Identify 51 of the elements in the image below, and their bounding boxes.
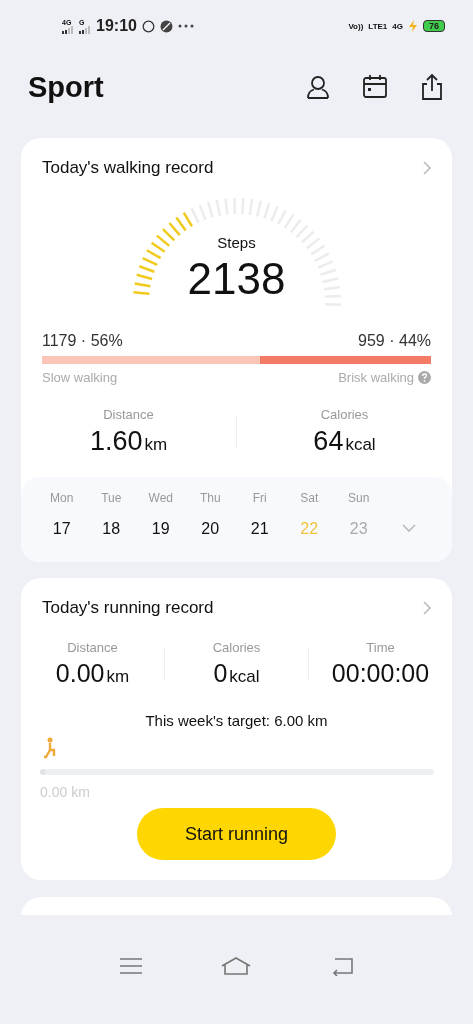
home-icon[interactable] (220, 955, 253, 976)
menu-icon[interactable] (118, 956, 143, 975)
stat-value: 0kcal (213, 659, 260, 688)
weekday-label: Thu (199, 491, 221, 505)
weekday-label: Sat (300, 491, 319, 505)
weekday-label: Tue (101, 491, 122, 505)
day-number[interactable]: 21 (250, 520, 269, 538)
network-label: LTE1 (368, 21, 388, 31)
steps-label: Steps (217, 234, 256, 251)
slow-label: Slow walking (42, 370, 118, 385)
stat-value: 1.60km (89, 426, 168, 457)
weekly-target: This week's target: 6.00 km (144, 712, 329, 729)
stat-value: 0.00km (55, 659, 130, 688)
runner-icon (43, 737, 57, 759)
page-title: Sport (28, 70, 104, 104)
steps-value: 2138 (187, 254, 286, 304)
day-number[interactable]: 17 (52, 520, 71, 538)
stat-label: Distance (103, 407, 154, 422)
clock-time: 19:10 (96, 17, 137, 35)
weekday-label: Fri (252, 491, 267, 505)
brisk-label: Brisk walking (338, 370, 414, 385)
chevron-right-icon[interactable] (422, 160, 432, 176)
day-number[interactable]: 18 (102, 520, 121, 538)
charging-icon (408, 20, 418, 32)
slow-reading: 1179 · 56% (42, 332, 123, 350)
network-label: 4G (392, 21, 403, 31)
start-running-button[interactable]: Start running (137, 808, 336, 860)
share-icon[interactable] (419, 73, 445, 101)
stat-label: Calories (320, 407, 369, 422)
calendar-icon[interactable] (362, 74, 388, 100)
chevron-right-icon[interactable] (422, 600, 432, 616)
person-icon[interactable] (305, 74, 331, 100)
stat-label: Calories (212, 640, 261, 655)
chevron-down-icon[interactable] (401, 524, 416, 533)
day-number[interactable]: 20 (201, 520, 220, 538)
stat-value: 00:00:00 (331, 659, 430, 688)
back-icon[interactable] (330, 955, 355, 976)
weekday-label: Mon (50, 491, 74, 505)
more-icon (177, 24, 194, 28)
stat-label: Time (366, 640, 395, 655)
card-title: Today's running record (42, 598, 214, 618)
card-title: Today's walking record (42, 158, 214, 178)
stat-label: Distance (67, 640, 118, 655)
stat-value: 64kcal (313, 426, 376, 457)
battery-indicator: 76 (423, 20, 445, 32)
day-number[interactable]: 19 (151, 520, 170, 538)
weekday-label: Sun (348, 491, 370, 505)
brisk-reading: 959 · 44% (358, 332, 431, 350)
help-icon[interactable] (418, 371, 431, 384)
weekday-label: Wed (148, 491, 173, 505)
network-label: Vo)) (348, 21, 364, 31)
